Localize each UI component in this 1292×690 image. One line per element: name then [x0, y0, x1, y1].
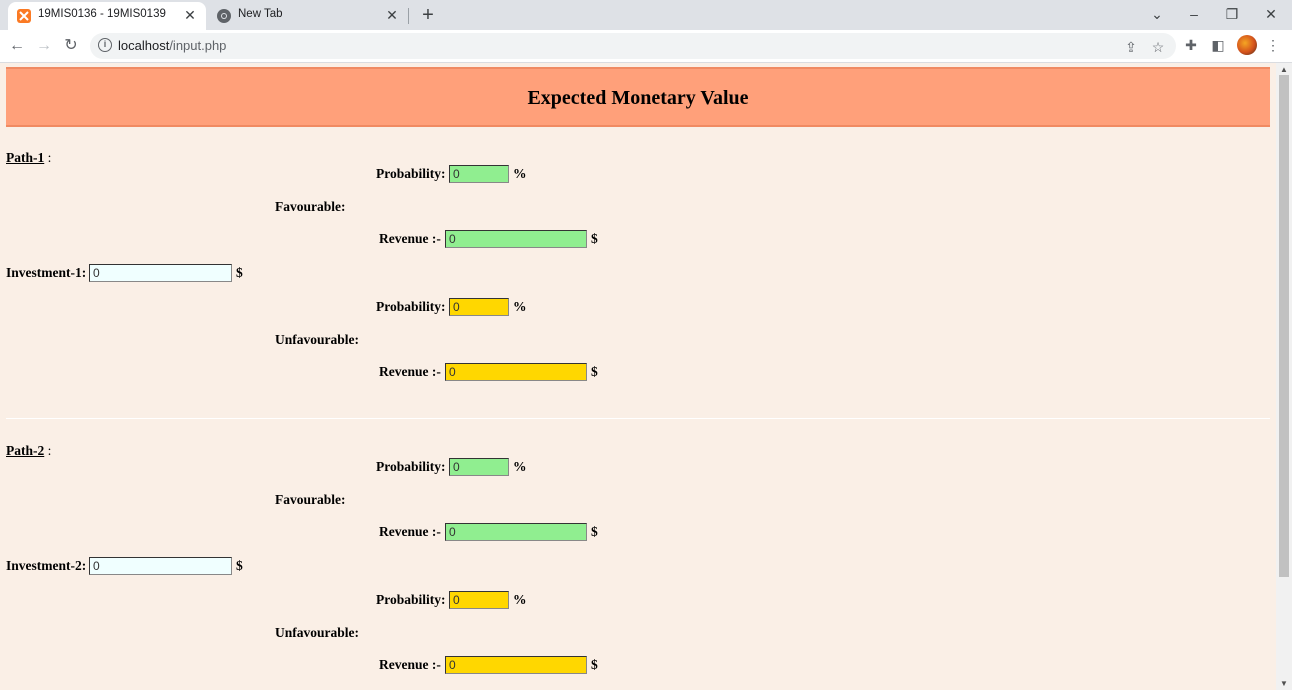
- percent-unit: %: [513, 459, 527, 474]
- dollar-unit: $: [591, 231, 598, 246]
- path-1-favourable-revenue-input[interactable]: [445, 230, 587, 248]
- profile-avatar[interactable]: [1237, 35, 1257, 55]
- scrollbar-thumb[interactable]: [1279, 75, 1289, 577]
- path-1-label: Path-1 :: [6, 150, 52, 165]
- browser-toolbar: ← → ↻ i localhost/input.php ⇪ ☆: [0, 30, 1292, 62]
- path-1-unfavourable-revenue-label: Revenue :-: [379, 364, 441, 379]
- minimize-icon[interactable]: –: [1182, 4, 1206, 24]
- url-text[interactable]: localhost/input.php: [118, 38, 226, 53]
- path-2-favourable-probability-input[interactable]: [449, 458, 509, 476]
- dollar-unit: $: [591, 657, 598, 672]
- path-2-favourable-probability-label: Probability:: [376, 459, 446, 474]
- dollar-unit: $: [236, 265, 243, 280]
- extensions-icon[interactable]: ✚: [1182, 36, 1200, 54]
- percent-unit: %: [513, 299, 527, 314]
- percent-unit: %: [513, 592, 527, 607]
- path-2-unfavourable-probability-input[interactable]: [449, 591, 509, 609]
- menu-kebab-icon[interactable]: ⋮: [1264, 36, 1282, 54]
- dollar-unit: $: [591, 364, 598, 379]
- path-2-favourable-revenue-input[interactable]: [445, 523, 587, 541]
- path-1-unfavourable-probability-input[interactable]: [449, 298, 509, 316]
- share-icon[interactable]: ⇪: [1122, 38, 1140, 56]
- path-1-unfavourable-label: Unfavourable:: [275, 332, 359, 347]
- tab-search-icon[interactable]: ⌄: [1145, 4, 1169, 24]
- reload-icon[interactable]: ↻: [61, 36, 81, 56]
- path-1-favourable-probability-input[interactable]: [449, 165, 509, 183]
- path-1-unfavourable-probability-label: Probability:: [376, 299, 446, 314]
- path-2-unfavourable-probability-label: Probability:: [376, 592, 446, 607]
- path-1-favourable-probability-label: Probability:: [376, 166, 446, 181]
- investment-2-input[interactable]: [89, 557, 232, 575]
- investment-1-label: Investment-1:: [6, 265, 87, 280]
- page-viewport: Expected Monetary Value Path-1 : Probabi…: [0, 63, 1276, 690]
- restore-icon[interactable]: ❐: [1220, 4, 1244, 24]
- path-2-favourable-label: Favourable:: [275, 492, 346, 507]
- address-bar[interactable]: i localhost/input.php ⇪ ☆: [90, 33, 1176, 59]
- close-tab-icon[interactable]: ✕: [384, 7, 400, 23]
- section-divider: [6, 418, 1270, 419]
- path-2-unfavourable-revenue-label: Revenue :-: [379, 657, 441, 672]
- page-header: Expected Monetary Value: [6, 67, 1270, 127]
- path-2-label: Path-2 :: [6, 443, 52, 458]
- site-info-icon[interactable]: i: [98, 38, 112, 52]
- investment-2-label: Investment-2:: [6, 558, 87, 573]
- tab-active[interactable]: 19MIS0136 - 19MIS0139 ✕: [8, 2, 206, 30]
- scroll-up-icon[interactable]: ▲: [1280, 65, 1288, 74]
- page-title: Expected Monetary Value: [527, 87, 749, 109]
- close-window-icon[interactable]: ✕: [1259, 4, 1283, 24]
- path-2-favourable-revenue-label: Revenue :-: [379, 524, 441, 539]
- new-tab-icon[interactable]: +: [418, 5, 438, 25]
- side-panel-icon[interactable]: ◧: [1209, 36, 1227, 54]
- scroll-down-icon[interactable]: ▼: [1280, 679, 1288, 688]
- close-tab-icon[interactable]: ✕: [182, 7, 198, 23]
- path-2-unfavourable-label: Unfavourable:: [275, 625, 359, 640]
- tab-new-tab[interactable]: New Tab ✕: [208, 2, 408, 30]
- dollar-unit: $: [591, 524, 598, 539]
- path-1-favourable-label: Favourable:: [275, 199, 346, 214]
- forward-icon[interactable]: →: [34, 36, 54, 56]
- path-1-unfavourable-revenue-input[interactable]: [445, 363, 587, 381]
- back-icon[interactable]: ←: [7, 36, 27, 56]
- tab-separator: [408, 8, 409, 24]
- dollar-unit: $: [236, 558, 243, 573]
- xampp-icon: [17, 9, 31, 23]
- investment-1-input[interactable]: [89, 264, 232, 282]
- vertical-scrollbar[interactable]: ▲ ▼: [1276, 63, 1292, 690]
- percent-unit: %: [513, 166, 527, 181]
- bookmark-star-icon[interactable]: ☆: [1149, 38, 1167, 56]
- chrome-icon: [217, 9, 231, 23]
- tab-title: 19MIS0136 - 19MIS0139: [38, 8, 166, 20]
- path-1-favourable-revenue-label: Revenue :-: [379, 231, 441, 246]
- path-2-unfavourable-revenue-input[interactable]: [445, 656, 587, 674]
- tab-strip: 19MIS0136 - 19MIS0139 ✕ New Tab ✕ + ⌄ – …: [0, 0, 1292, 30]
- tab-title: New Tab: [238, 8, 283, 20]
